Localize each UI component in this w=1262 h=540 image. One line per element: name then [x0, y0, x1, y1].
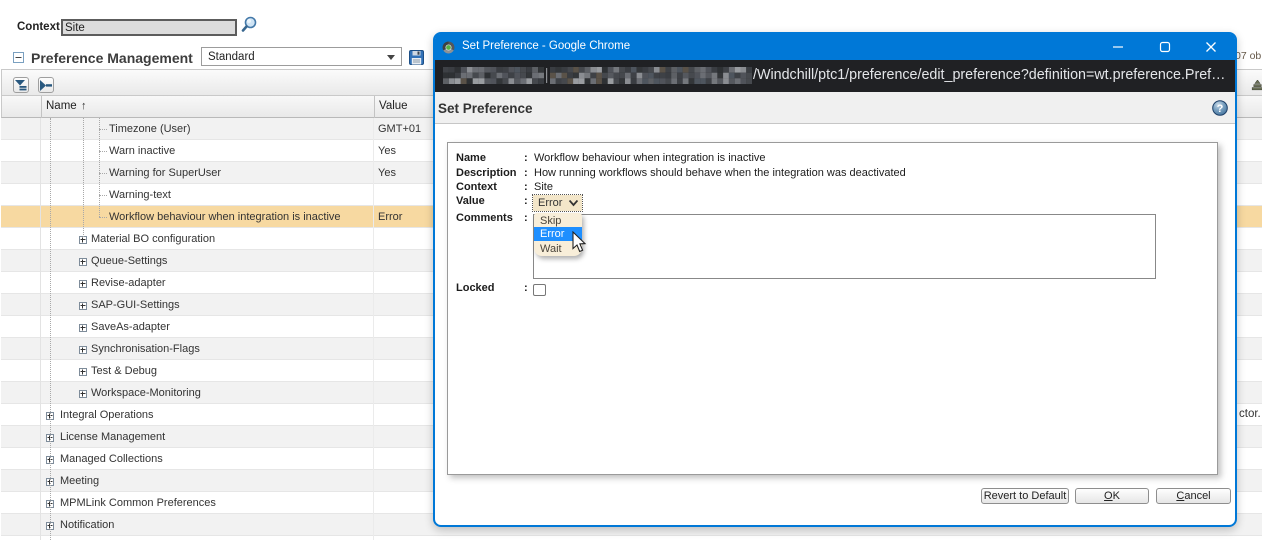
svg-text:?: ? [1217, 103, 1224, 115]
